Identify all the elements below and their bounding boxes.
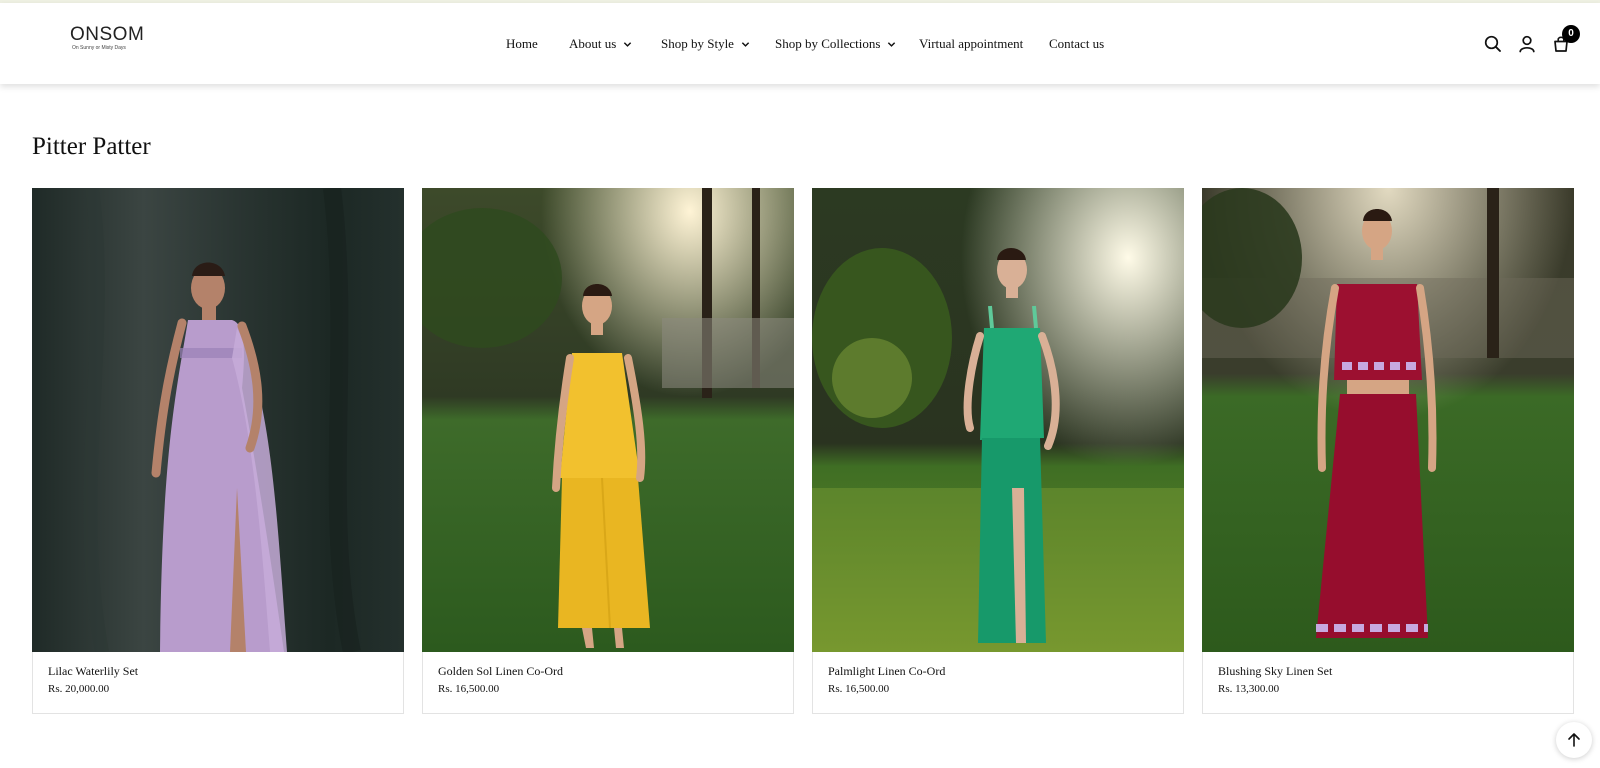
- product-price: Rs. 16,500.00: [438, 683, 500, 695]
- product-price: Rs. 20,000.00: [48, 683, 110, 695]
- product-image[interactable]: [422, 188, 794, 652]
- product-name[interactable]: Golden Sol Linen Co-Ord: [438, 664, 563, 679]
- product-card[interactable]: Golden Sol Linen Co-Ord Rs. 16,500.00: [422, 188, 794, 714]
- product-card[interactable]: Lilac Waterlily Set Rs. 20,000.00: [32, 188, 404, 714]
- product-image[interactable]: [1202, 188, 1574, 652]
- nav-shop-by-collections[interactable]: Shop by Collections: [775, 36, 896, 52]
- nav-about-us[interactable]: About us: [569, 36, 632, 52]
- product-price: Rs. 13,300.00: [1218, 683, 1280, 695]
- product-name[interactable]: Palmlight Linen Co-Ord: [828, 664, 945, 679]
- nav-contact-us[interactable]: Contact us: [1049, 36, 1104, 52]
- back-to-top-button[interactable]: [1556, 722, 1592, 758]
- brand-tagline: On Sunny or Misty Days: [72, 45, 126, 51]
- product-image[interactable]: [32, 188, 404, 652]
- chevron-down-icon: [741, 41, 750, 47]
- user-icon[interactable]: [1517, 34, 1537, 54]
- chevron-down-icon: [624, 41, 632, 47]
- product-image[interactable]: [812, 188, 1184, 652]
- search-icon[interactable]: [1483, 34, 1503, 54]
- product-name[interactable]: Blushing Sky Linen Set: [1218, 664, 1332, 679]
- collection-title: Pitter Patter: [32, 133, 151, 160]
- nav-label: About us: [569, 36, 617, 51]
- product-name[interactable]: Lilac Waterlily Set: [48, 664, 138, 679]
- site-header: ONSOM On Sunny or Misty Days Home About …: [0, 3, 1600, 84]
- product-price: Rs. 16,500.00: [828, 683, 890, 695]
- nav-label: Home: [506, 36, 538, 51]
- brand-logo[interactable]: ONSOM On Sunny or Misty Days: [70, 24, 145, 55]
- arrow-up-icon: [1568, 733, 1580, 747]
- nav-label: Contact us: [1049, 36, 1105, 51]
- product-card[interactable]: Palmlight Linen Co-Ord Rs. 16,500.00: [812, 188, 1184, 714]
- nav-shop-by-style[interactable]: Shop by Style: [661, 36, 750, 52]
- nav-virtual-appointment[interactable]: Virtual appointment: [919, 36, 1023, 52]
- nav-label: Shop by Style: [661, 36, 734, 51]
- brand-name: ONSOM: [70, 24, 145, 45]
- main-nav: Home About us Shop by Style Shop by Coll…: [0, 3, 1600, 84]
- chevron-down-icon: [888, 41, 896, 47]
- product-card[interactable]: Blushing Sky Linen Set Rs. 13,300.00: [1202, 188, 1574, 714]
- nav-home[interactable]: Home: [506, 36, 538, 52]
- cart-count-badge: 0: [1562, 25, 1580, 43]
- nav-label: Shop by Collections: [775, 36, 881, 51]
- nav-label: Virtual appointment: [919, 36, 1024, 51]
